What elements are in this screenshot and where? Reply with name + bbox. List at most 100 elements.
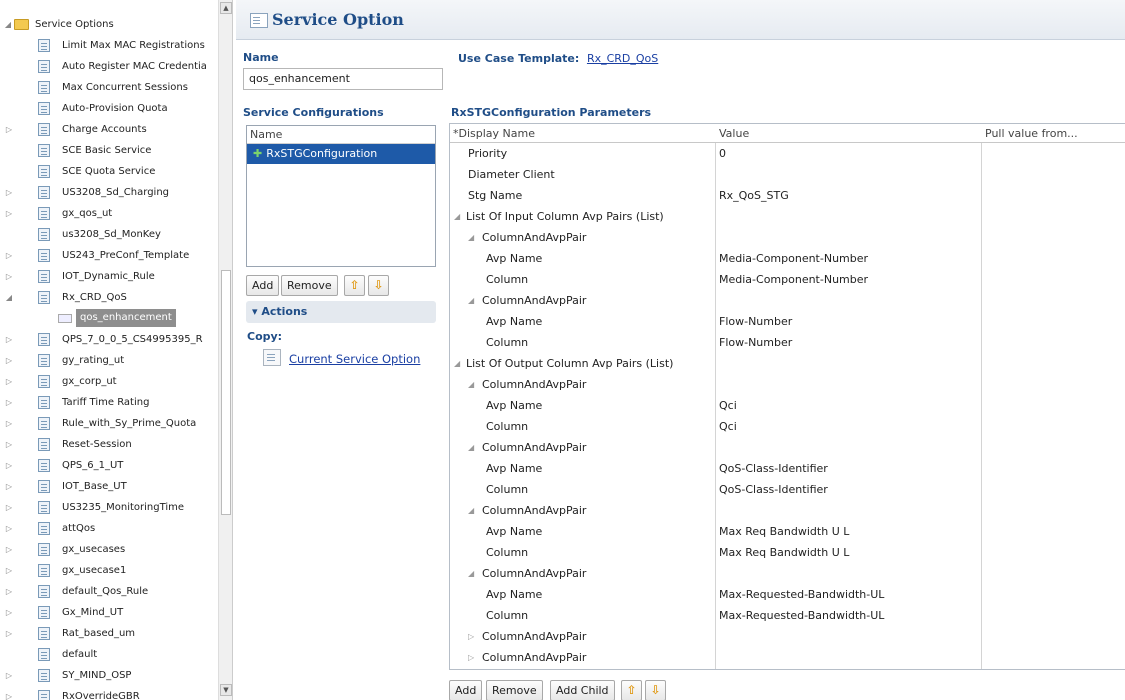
param-value[interactable]: Max-Requested-Bandwidth-UL	[719, 605, 884, 626]
remove-param-button[interactable]: Remove	[486, 680, 543, 700]
move-up-icon[interactable]: ⇧	[344, 275, 365, 296]
add-param-button[interactable]: Add	[449, 680, 483, 700]
grid-row[interactable]: Column QoS-Class-Identifier	[450, 479, 1125, 500]
collapse-arrow-icon[interactable]: ◢	[454, 206, 460, 227]
tree-item[interactable]: ▷ US3208_Sd_Charging	[0, 182, 232, 203]
tree-item[interactable]: ▷ Reset-Session	[0, 434, 232, 455]
tree-item[interactable]: ▷ Charge Accounts	[0, 119, 232, 140]
expand-arrow-icon[interactable]: ▷	[4, 623, 14, 644]
tree-item[interactable]: ▷ gx_qos_ut	[0, 203, 232, 224]
param-value[interactable]: Media-Component-Number	[719, 248, 868, 269]
param-value[interactable]: Rx_QoS_STG	[719, 185, 789, 206]
grid-row[interactable]: Column Qci	[450, 416, 1125, 437]
copy-current-service-option-link[interactable]: Current Service Option	[289, 352, 420, 366]
tree-item[interactable]: ▷ attQos	[0, 518, 232, 539]
grid-row[interactable]: ◢ List Of Input Column Avp Pairs (List)	[450, 206, 1125, 227]
tree-item[interactable]: SCE Basic Service	[0, 140, 232, 161]
collapse-arrow-icon[interactable]: ◢	[454, 353, 460, 374]
tree-item[interactable]: ▷ QPS_7_0_0_5_CS4995395_R	[0, 329, 232, 350]
expand-arrow-icon[interactable]: ▷	[4, 203, 14, 224]
collapse-arrow-icon[interactable]: ◢	[4, 287, 14, 308]
expand-arrow-icon[interactable]: ▷	[4, 329, 14, 350]
param-value[interactable]: Media-Component-Number	[719, 269, 868, 290]
expand-arrow-icon[interactable]: ▷	[4, 392, 14, 413]
tree-item[interactable]: ▷ Rule_with_Sy_Prime_Quota	[0, 413, 232, 434]
param-value[interactable]: Flow-Number	[719, 332, 792, 353]
param-value[interactable]: Max-Requested-Bandwidth-UL	[719, 584, 884, 605]
expand-arrow-icon[interactable]: ▷	[4, 350, 14, 371]
tree-item[interactable]: Max Concurrent Sessions	[0, 77, 232, 98]
param-value[interactable]: 0	[719, 143, 726, 164]
expand-arrow-icon[interactable]: ▷	[468, 647, 474, 668]
tree-item[interactable]: ▷ US243_PreConf_Template	[0, 245, 232, 266]
tree-scrollbar[interactable]: ▲ ▼	[218, 0, 232, 700]
scroll-up-arrow-icon[interactable]: ▲	[220, 2, 232, 14]
grid-row[interactable]: Column Max-Requested-Bandwidth-UL	[450, 605, 1125, 626]
tree-item[interactable]: ▷ gx_usecases	[0, 539, 232, 560]
tree-item[interactable]: ▷ Rat_based_um	[0, 623, 232, 644]
expand-arrow-icon[interactable]: ▷	[4, 245, 14, 266]
collapse-arrow-icon[interactable]: ◢	[468, 563, 474, 584]
service-configurations-list[interactable]: Name ✚ RxSTGConfiguration	[246, 125, 436, 267]
grid-row[interactable]: Avp Name Max-Requested-Bandwidth-UL	[450, 584, 1125, 605]
grid-row[interactable]: ◢ List Of Output Column Avp Pairs (List)	[450, 353, 1125, 374]
param-value[interactable]: QoS-Class-Identifier	[719, 458, 828, 479]
tree-item[interactable]: ▷ gx_corp_ut	[0, 371, 232, 392]
list-item-rxstgconfiguration[interactable]: ✚ RxSTGConfiguration	[247, 144, 435, 164]
expand-arrow-icon[interactable]: ▷	[4, 182, 14, 203]
tree-item[interactable]: ▷ RxOverrideGBR	[0, 686, 232, 700]
grid-row[interactable]: Avp Name Flow-Number	[450, 311, 1125, 332]
grid-row[interactable]: Column Media-Component-Number	[450, 269, 1125, 290]
grid-row[interactable]: Avp Name Qci	[450, 395, 1125, 416]
tree-item[interactable]: ▷ Gx_Mind_UT	[0, 602, 232, 623]
grid-row[interactable]: Avp Name QoS-Class-Identifier	[450, 458, 1125, 479]
collapse-arrow-icon[interactable]: ◢	[468, 500, 474, 521]
tree-item[interactable]: Auto Register MAC Credentia	[0, 56, 232, 77]
scroll-thumb[interactable]	[221, 270, 231, 515]
grid-row[interactable]: Avp Name Max Req Bandwidth U L	[450, 521, 1125, 542]
scroll-down-arrow-icon[interactable]: ▼	[220, 684, 232, 696]
grid-row[interactable]: Column Max Req Bandwidth U L	[450, 542, 1125, 563]
service-options-tree[interactable]: ◢ Service Options Limit Max MAC Registra…	[0, 0, 233, 700]
grid-row[interactable]: ◢ ColumnAndAvpPair	[450, 500, 1125, 521]
column-header-display-name[interactable]: *Display Name	[453, 127, 535, 140]
tree-item[interactable]: SCE Quota Service	[0, 161, 232, 182]
tree-item[interactable]: ▷ IOT_Base_UT	[0, 476, 232, 497]
tree-item[interactable]: us3208_Sd_MonKey	[0, 224, 232, 245]
grid-row[interactable]: ▷ ColumnAndAvpPair	[450, 626, 1125, 647]
tree-item[interactable]: ▷ Tariff Time Rating	[0, 392, 232, 413]
param-value[interactable]: Max Req Bandwidth U L	[719, 521, 849, 542]
expand-arrow-icon[interactable]: ▷	[4, 266, 14, 287]
expand-arrow-icon[interactable]: ▷	[4, 539, 14, 560]
collapse-arrow-icon[interactable]: ◢	[468, 227, 474, 248]
column-header-pull-value[interactable]: Pull value from...	[985, 127, 1078, 140]
move-down-icon[interactable]: ⇩	[368, 275, 389, 296]
param-value[interactable]: QoS-Class-Identifier	[719, 479, 828, 500]
grid-row[interactable]: ◢ ColumnAndAvpPair	[450, 227, 1125, 248]
grid-row[interactable]: ◢ ColumnAndAvpPair	[450, 374, 1125, 395]
expand-arrow-icon[interactable]: ▷	[4, 497, 14, 518]
expand-arrow-icon[interactable]: ▷	[468, 626, 474, 647]
tree-item[interactable]: ▷ gx_usecase1	[0, 560, 232, 581]
expand-arrow-icon[interactable]: ▷	[4, 686, 14, 700]
grid-row[interactable]: Stg Name Rx_QoS_STG	[450, 185, 1125, 206]
collapse-arrow-icon[interactable]: ◢	[468, 374, 474, 395]
move-up-icon[interactable]: ⇧	[621, 680, 642, 700]
grid-row[interactable]: ▷ ColumnAndAvpPair	[450, 647, 1125, 668]
tree-item[interactable]: ◢ Rx_CRD_QoS	[0, 287, 232, 308]
tree-item[interactable]: default	[0, 644, 232, 665]
tree-item[interactable]: ▷ QPS_6_1_UT	[0, 455, 232, 476]
tree-item[interactable]: qos_enhancement	[0, 308, 232, 329]
param-value[interactable]: Qci	[719, 416, 737, 437]
tree-item[interactable]: Auto-Provision Quota	[0, 98, 232, 119]
expand-arrow-icon[interactable]: ▷	[4, 455, 14, 476]
grid-row[interactable]: Column Flow-Number	[450, 332, 1125, 353]
expand-arrow-icon[interactable]: ▷	[4, 602, 14, 623]
move-down-icon[interactable]: ⇩	[645, 680, 666, 700]
collapse-arrow-icon[interactable]: ◢	[468, 437, 474, 458]
tree-item[interactable]: ▷ SY_MIND_OSP	[0, 665, 232, 686]
param-value[interactable]: Qci	[719, 395, 737, 416]
tree-item[interactable]: ▷ gy_rating_ut	[0, 350, 232, 371]
name-input[interactable]: qos_enhancement	[243, 68, 443, 90]
tree-item[interactable]: ▷ US3235_MonitoringTime	[0, 497, 232, 518]
